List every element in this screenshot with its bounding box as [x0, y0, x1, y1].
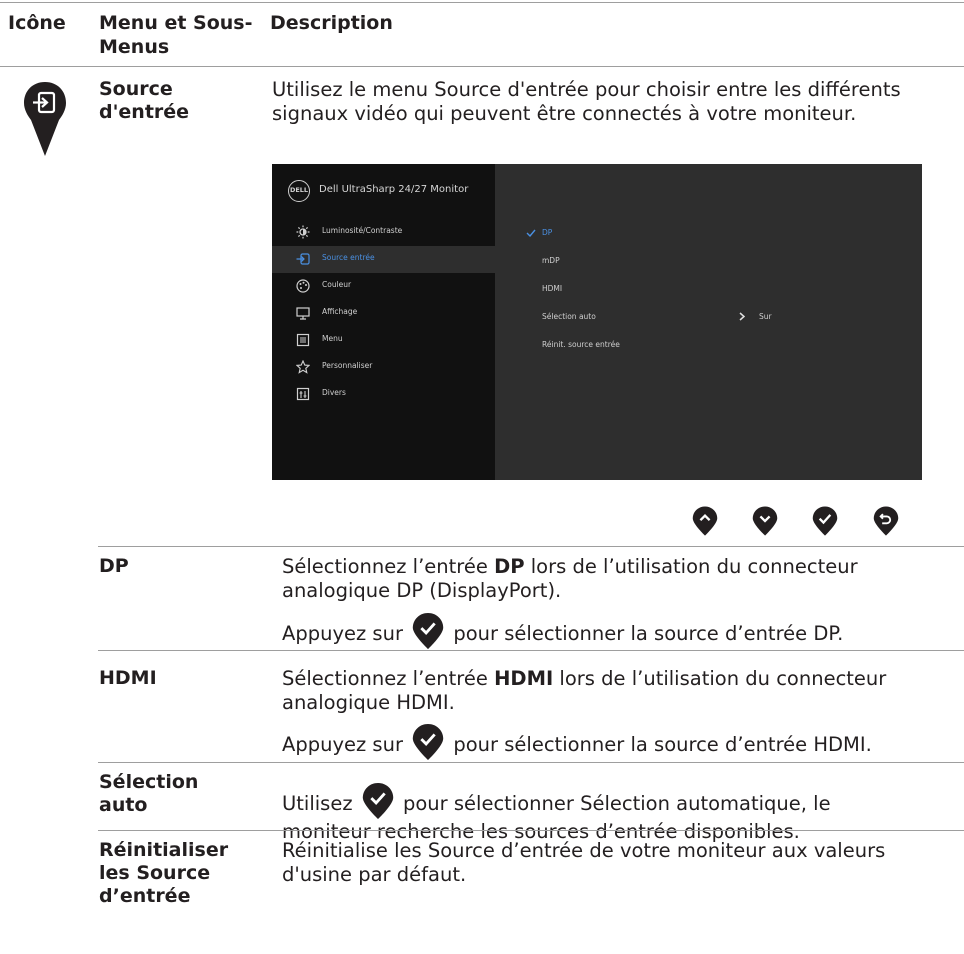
check-button-icon	[411, 612, 445, 650]
row-press-dp: Appuyez sur pour sélectionner la source …	[282, 612, 952, 650]
table-top-rule	[0, 2, 964, 3]
osd-option-hdmi[interactable]: HDMI	[542, 284, 562, 293]
osd-auto-select-value: Sur	[759, 312, 772, 321]
osd-menu-item-input-source[interactable]: Source entrée	[272, 246, 495, 273]
osd-menu-label: Divers	[322, 388, 346, 397]
row-description-dp: Sélectionnez l’entrée DP lors de l’utili…	[282, 555, 858, 602]
osd-menu-item-color[interactable]: Couleur	[272, 273, 495, 300]
osd-option-auto-select[interactable]: Sélection auto	[542, 312, 596, 321]
palette-icon	[296, 279, 310, 293]
chevron-right-icon	[739, 312, 745, 321]
section-name: Source d'entrée	[99, 78, 190, 123]
osd-option-reset-input[interactable]: Réinit. source entrée	[542, 340, 620, 349]
row-description-hdmi: Sélectionnez l’entrée HDMI lors de l’uti…	[282, 667, 887, 714]
osd-menu-item-personalize[interactable]: Personnaliser	[272, 354, 495, 381]
col-header-description: Description	[270, 12, 393, 34]
other-icon	[296, 387, 310, 401]
row-press-hdmi: Appuyez sur pour sélectionner la source …	[282, 723, 962, 761]
check-button-icon	[812, 505, 838, 537]
row-name-dp: DP	[99, 555, 129, 577]
row-name-auto-select: Sélection auto	[99, 771, 199, 816]
star-icon	[296, 360, 310, 374]
row-divider	[98, 546, 964, 547]
row-description-auto-select: Utilisez pour sélectionner Sélection aut…	[282, 782, 922, 844]
osd-menu-label: Affichage	[322, 307, 358, 316]
osd-title: Dell UltraSharp 24/27 Monitor	[319, 184, 469, 195]
osd-menu-item-brightness[interactable]: Luminosité/Contraste	[272, 219, 495, 246]
row-name-reset: Réinitialiser les Source d’entrée	[99, 839, 229, 907]
menu-icon	[296, 333, 310, 347]
back-button-icon	[873, 505, 899, 537]
dell-logo: DELL	[288, 180, 310, 202]
osd-sidebar: DELL Dell UltraSharp 24/27 Monitor Lumin…	[272, 164, 495, 480]
osd-menu-label: Personnaliser	[322, 361, 373, 370]
down-button-icon	[752, 505, 778, 537]
row-divider	[98, 650, 964, 651]
checkmark-icon	[526, 229, 536, 237]
row-divider	[98, 830, 964, 831]
osd-option-dp[interactable]: DP	[542, 228, 552, 237]
header-rule	[0, 66, 964, 67]
up-button-icon	[692, 505, 718, 537]
osd-menu-label: Menu	[322, 334, 343, 343]
check-button-icon	[411, 723, 445, 761]
section-description: Utilisez le menu Source d'entrée pour ch…	[272, 78, 901, 125]
col-header-icon: Icône	[8, 12, 66, 34]
osd-screenshot: DELL Dell UltraSharp 24/27 Monitor Lumin…	[272, 164, 922, 480]
brightness-icon	[296, 225, 310, 239]
osd-menu-label: Couleur	[322, 280, 352, 289]
row-description-reset: Réinitialise les Source d’entrée de votr…	[282, 839, 886, 886]
osd-menu-item-display[interactable]: Affichage	[272, 300, 495, 327]
input-source-icon	[22, 80, 68, 158]
col-header-menu: Menu et Sous-Menus	[99, 12, 253, 58]
row-name-hdmi: HDMI	[99, 667, 157, 689]
osd-menu-item-other[interactable]: Divers	[272, 381, 495, 408]
osd-menu-label: Source entrée	[322, 253, 375, 262]
display-icon	[296, 307, 310, 320]
check-button-icon	[361, 782, 395, 820]
osd-menu-label: Luminosité/Contraste	[322, 226, 403, 235]
row-divider	[98, 762, 964, 763]
osd-option-mdp[interactable]: mDP	[542, 256, 560, 265]
osd-menu-item-menu[interactable]: Menu	[272, 327, 495, 354]
input-source-icon	[296, 253, 310, 265]
